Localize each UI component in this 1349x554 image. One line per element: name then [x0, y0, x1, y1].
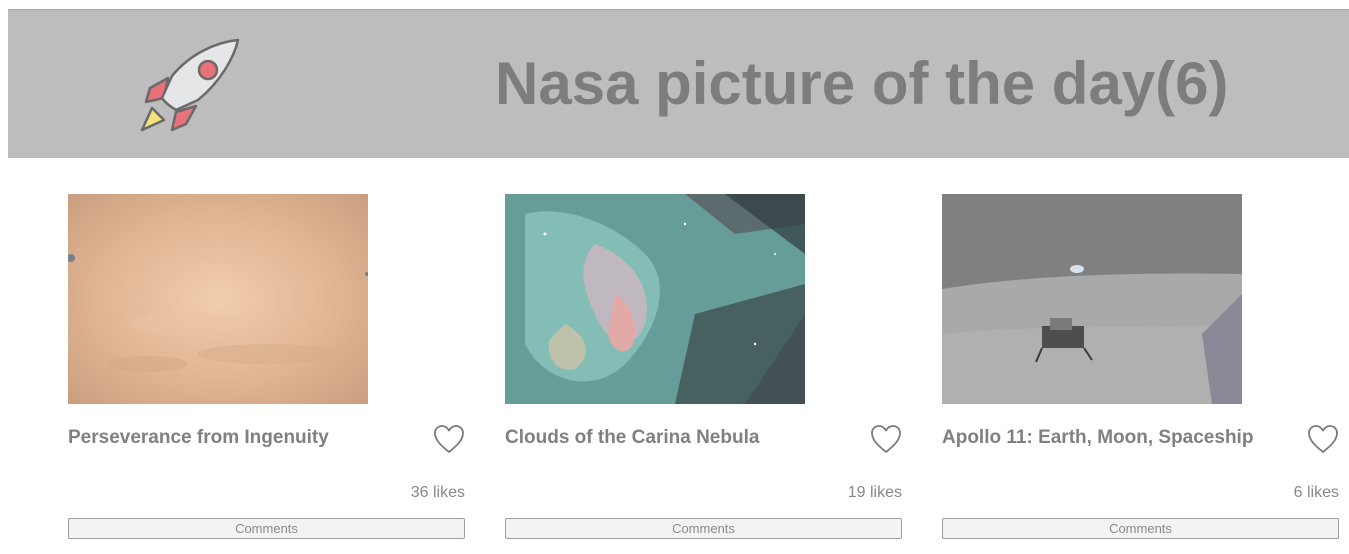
apollo-lunar-module-photo [942, 194, 1242, 404]
top-border [0, 0, 1349, 9]
comments-button[interactable]: Comments [942, 518, 1339, 539]
picture-card: Apollo 11: Earth, Moon, Spaceship 6 like… [942, 194, 1339, 544]
page-title: Nasa picture of the day(6) [495, 50, 1229, 117]
rocket-icon [138, 36, 242, 132]
picture-title: Perseverance from Ingenuity [68, 427, 329, 448]
carina-nebula-photo [505, 194, 805, 404]
heart-outline-icon[interactable] [433, 424, 465, 454]
page-header: Nasa picture of the day(6) [8, 9, 1349, 158]
heart-outline-icon[interactable] [1307, 424, 1339, 454]
heart-outline-icon[interactable] [870, 424, 902, 454]
comments-button[interactable]: Comments [505, 518, 902, 539]
picture-title: Clouds of the Carina Nebula [505, 427, 760, 448]
mars-surface-photo [68, 194, 368, 404]
picture-card: Perseverance from Ingenuity 36 likes Com… [68, 194, 465, 544]
picture-title: Apollo 11: Earth, Moon, Spaceship [942, 427, 1254, 448]
likes-count: 6 likes [1293, 484, 1339, 501]
likes-count: 36 likes [410, 484, 465, 501]
likes-count: 19 likes [847, 484, 902, 501]
picture-card: Clouds of the Carina Nebula 19 likes Com… [505, 194, 902, 544]
comments-button[interactable]: Comments [68, 518, 465, 539]
